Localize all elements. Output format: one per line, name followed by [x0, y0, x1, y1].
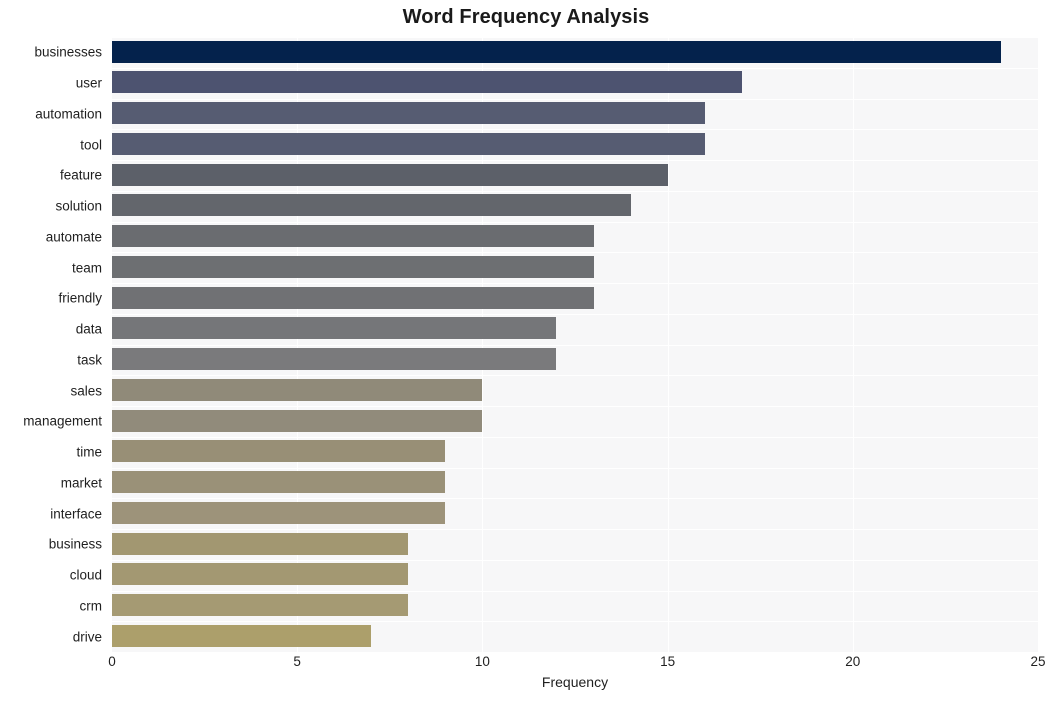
bar: [112, 471, 446, 493]
x-axis-tick-labels: 0 5 10 15 20 25: [108, 652, 1045, 676]
bar: [112, 624, 372, 647]
x-gridline: [1038, 37, 1039, 652]
y-tick-label: feature: [59, 167, 102, 183]
bar-row: [112, 191, 1038, 220]
chart-title: Word Frequency Analysis: [402, 6, 650, 28]
y-tick-label: automation: [35, 106, 102, 122]
y-tick-label: tool: [80, 137, 102, 153]
bar-row: [112, 560, 1038, 589]
bar: [112, 40, 1001, 63]
bar-row: [112, 468, 1038, 497]
bar: [112, 440, 446, 463]
bar-row: [112, 37, 1038, 66]
y-tick-label: solution: [55, 198, 102, 214]
bar: [112, 348, 557, 370]
y-tick-label: crm: [79, 598, 103, 614]
bar: [112, 286, 594, 309]
bar: [112, 163, 668, 186]
bar: [112, 255, 594, 278]
y-tick-label: time: [76, 444, 102, 460]
plot-area: [112, 37, 1039, 652]
bar: [112, 594, 409, 616]
bar: [112, 501, 446, 524]
y-tick-label: drive: [72, 629, 102, 645]
bar-row: [112, 160, 1038, 189]
x-tick-label: 15: [660, 654, 676, 669]
y-tick-label: user: [75, 75, 102, 91]
bar-row: [112, 314, 1038, 343]
x-tick-label: 5: [293, 654, 301, 669]
y-tick-label: task: [77, 352, 102, 368]
bar-row: [112, 498, 1038, 527]
bar-row: [112, 129, 1038, 158]
bar-row: [112, 591, 1038, 620]
bar: [112, 378, 483, 401]
bar-row: [112, 437, 1038, 466]
bar: [112, 409, 483, 432]
bar: [112, 102, 705, 124]
y-tick-label: cloud: [69, 567, 102, 583]
y-tick-label: businesses: [34, 44, 102, 60]
chart-figure: Word Frequency Analysis businesses user au…: [0, 0, 1052, 701]
bar-row: [112, 406, 1038, 435]
bar: [112, 194, 631, 217]
bar-row: [112, 222, 1038, 251]
bar: [112, 132, 705, 155]
y-tick-label: team: [71, 260, 102, 276]
bar: [112, 71, 742, 94]
bar-row: [112, 99, 1038, 128]
y-tick-label: sales: [70, 383, 102, 399]
y-axis-tick-labels: businesses user automation tool feature solut…: [0, 37, 112, 652]
y-tick-label: management: [23, 413, 102, 429]
bar-row: [112, 529, 1038, 558]
bar-row: [112, 283, 1038, 312]
x-tick-label: 10: [474, 654, 490, 669]
bar-row: [112, 68, 1038, 97]
bar: [112, 225, 594, 247]
bar: [112, 563, 409, 586]
bar-row: [112, 621, 1038, 650]
bar-row: [112, 375, 1038, 404]
y-tick-label: friendly: [58, 290, 102, 306]
x-tick-label: 0: [108, 654, 116, 669]
x-tick-label: 20: [845, 654, 861, 669]
y-tick-label: market: [60, 475, 102, 491]
bar-row: [112, 252, 1038, 281]
x-axis-title: Frequency: [541, 674, 609, 690]
y-tick-label: data: [75, 321, 102, 337]
y-tick-label: business: [48, 536, 102, 552]
bar: [112, 532, 409, 555]
bar: [112, 317, 557, 340]
x-tick-label: 25: [1030, 654, 1046, 669]
y-tick-label: automate: [45, 229, 102, 245]
y-tick-label: interface: [50, 506, 102, 522]
bar-row: [112, 345, 1038, 374]
